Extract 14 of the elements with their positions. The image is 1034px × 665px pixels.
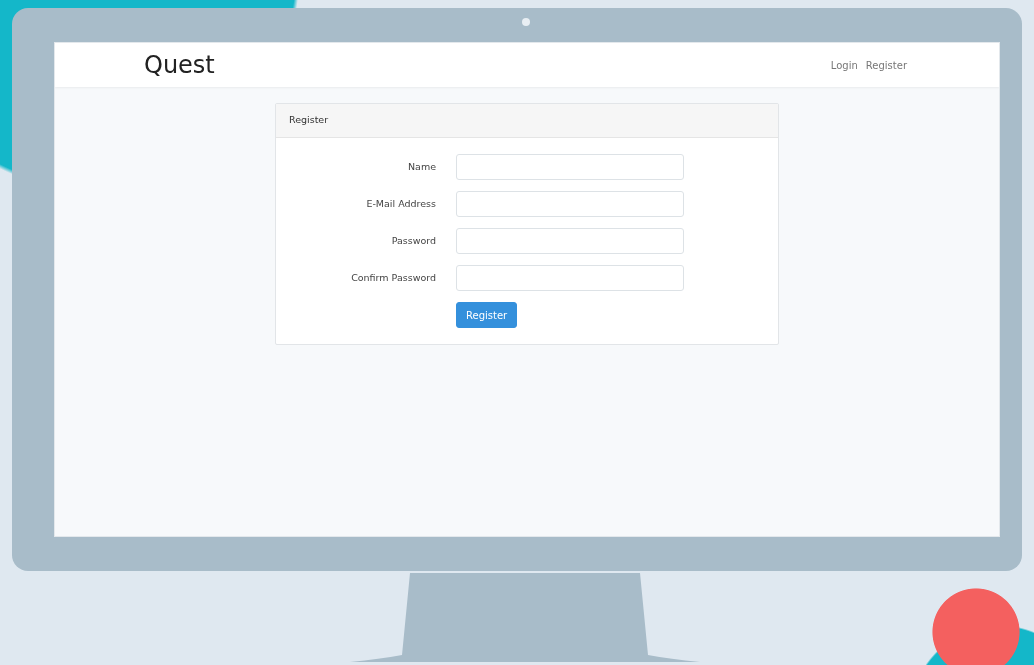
input-field[interactable] [456, 154, 684, 180]
field-label: E-Mail Address [365, 196, 436, 211]
camera-dot-icon [522, 18, 530, 26]
site-brand[interactable]: Quest [144, 47, 215, 83]
field-label: Name [406, 159, 436, 174]
field-label: Confirm Password [350, 270, 436, 285]
card-header: Register [276, 104, 778, 138]
input-field[interactable] [456, 228, 684, 254]
input-field[interactable] [456, 191, 684, 217]
field-label: Password [390, 233, 436, 248]
nav-link[interactable]: Register [865, 57, 907, 73]
nav-link[interactable]: Login [830, 57, 858, 73]
input-field[interactable] [456, 265, 684, 291]
register-button[interactable]: Register [456, 302, 518, 328]
